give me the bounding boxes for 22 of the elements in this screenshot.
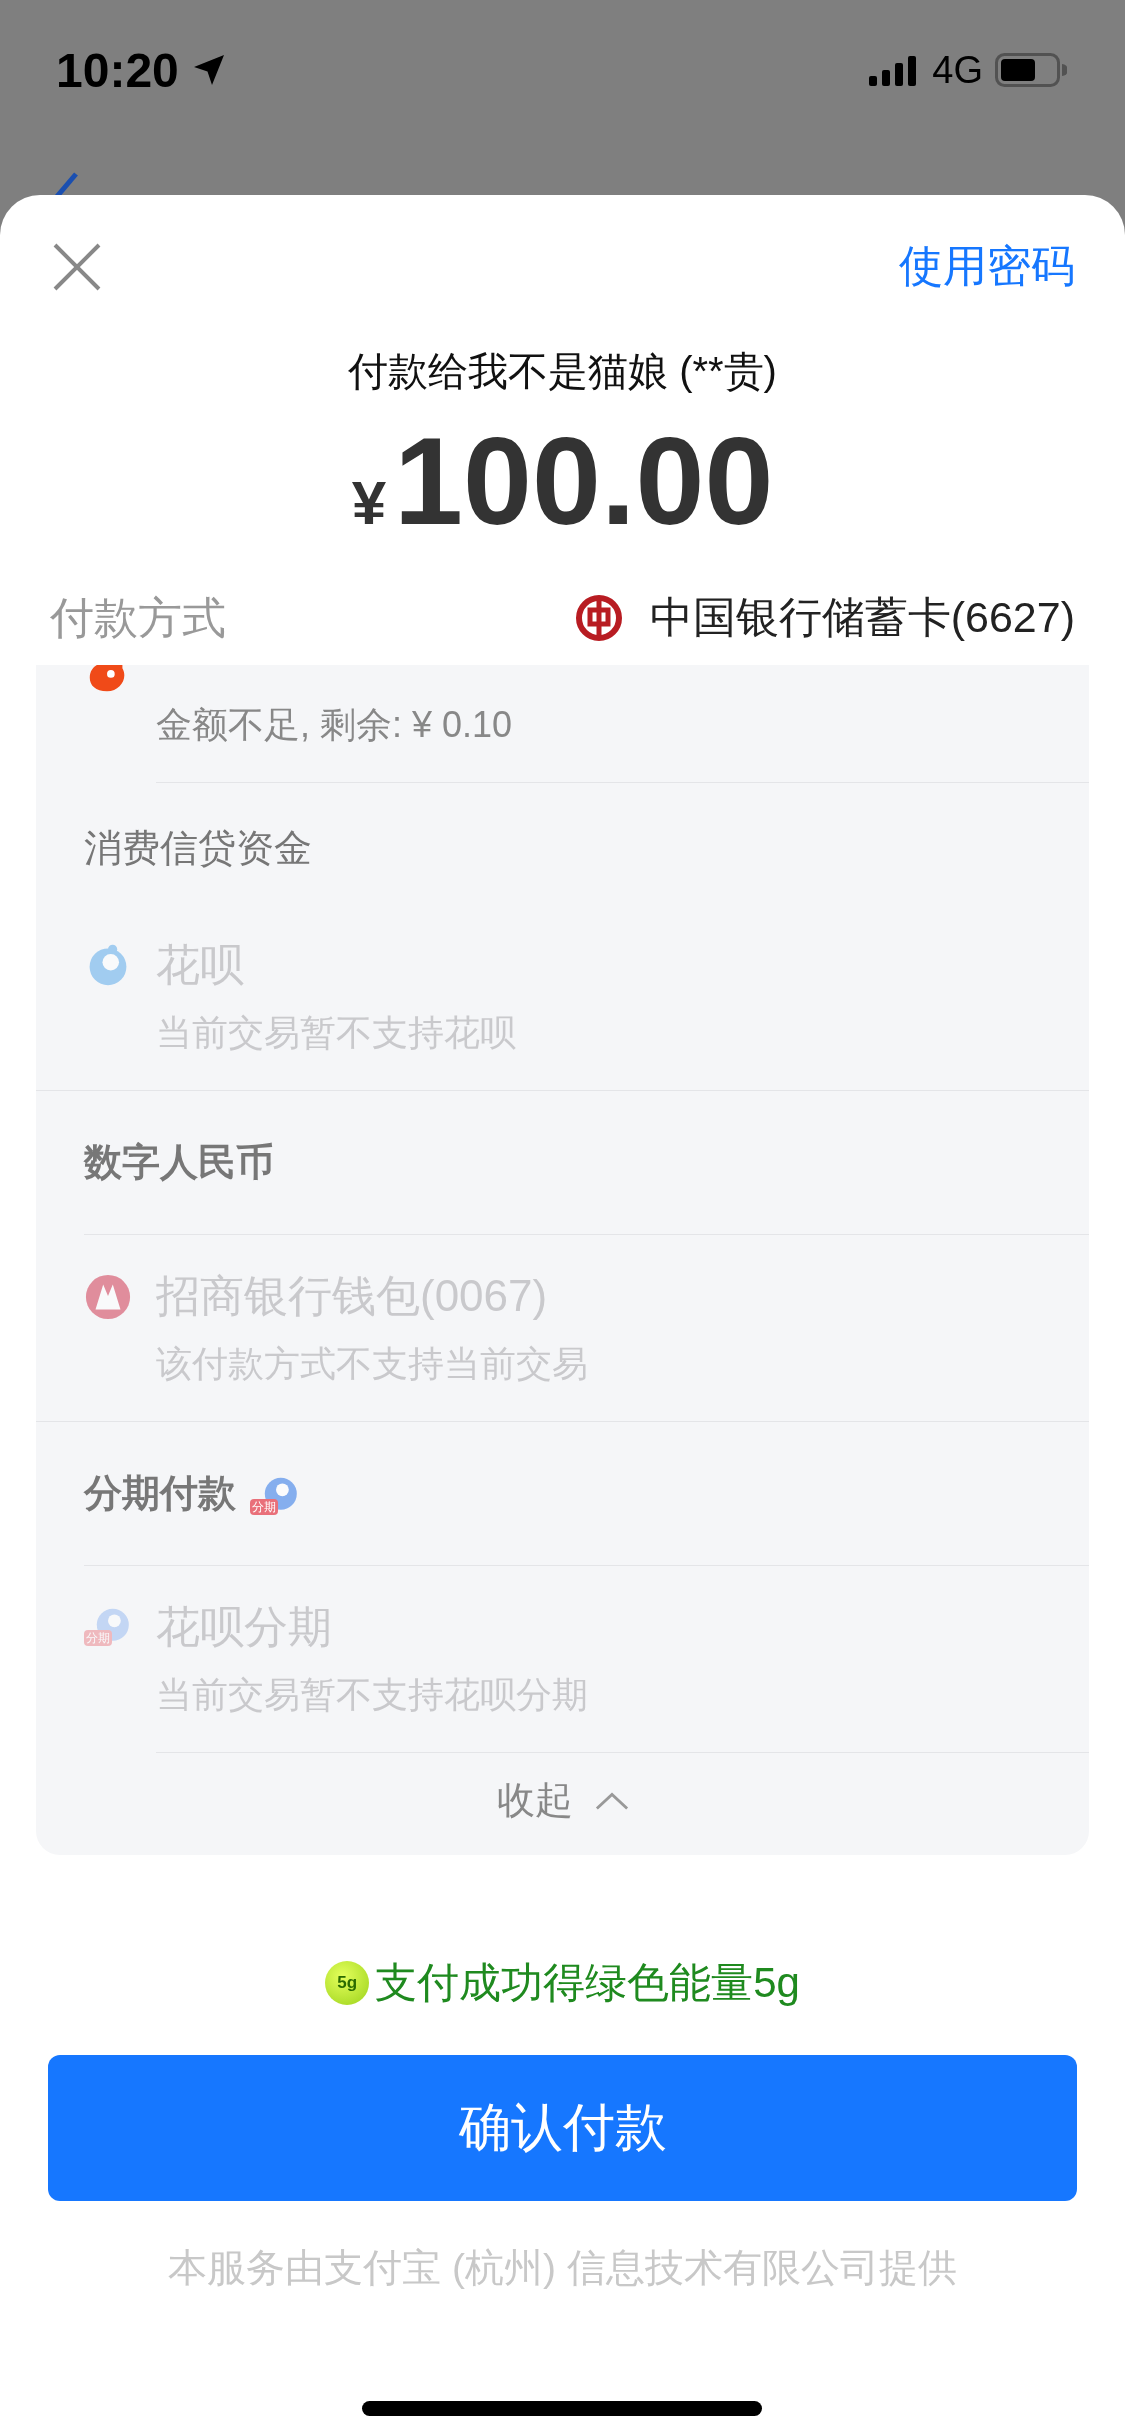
payee-name: 付款给我不是猫娘 (**贵) xyxy=(347,348,778,395)
option-subtitle: 金额不足, 剩余: ¥ 0.10 xyxy=(156,703,514,748)
payment-amount: 100.00 xyxy=(394,413,774,550)
confirm-payment-button[interactable]: 确认付款 xyxy=(48,2055,1077,2202)
section-header: 分期付款 xyxy=(84,1471,236,1517)
status-time: 10:20 xyxy=(56,42,179,98)
chevron-up-icon xyxy=(594,1790,629,1811)
selected-payment-method[interactable]: 中国银行储蓄卡(6627) xyxy=(649,589,1075,648)
currency-symbol: ¥ xyxy=(351,467,387,538)
energy-ball-icon: 5g xyxy=(325,1961,370,2006)
payment-method-label: 付款方式 xyxy=(50,591,226,644)
bank-logo-icon xyxy=(573,593,624,644)
network-label: 4G xyxy=(932,48,983,92)
payment-option[interactable]: 金额不足, 剩余: ¥ 0.10 xyxy=(36,665,1089,783)
bank-logo-icon xyxy=(84,1273,132,1322)
use-password-link[interactable]: 使用密码 xyxy=(899,237,1075,296)
energy-reward-note: 支付成功得绿色能量5g xyxy=(375,1958,800,2009)
close-icon[interactable] xyxy=(52,241,102,292)
collapse-button[interactable]: 收起 xyxy=(36,1753,1089,1849)
section-header: 消费信贷资金 xyxy=(84,826,312,872)
battery-icon xyxy=(995,53,1067,87)
section-header: 数字人民币 xyxy=(84,1140,274,1186)
